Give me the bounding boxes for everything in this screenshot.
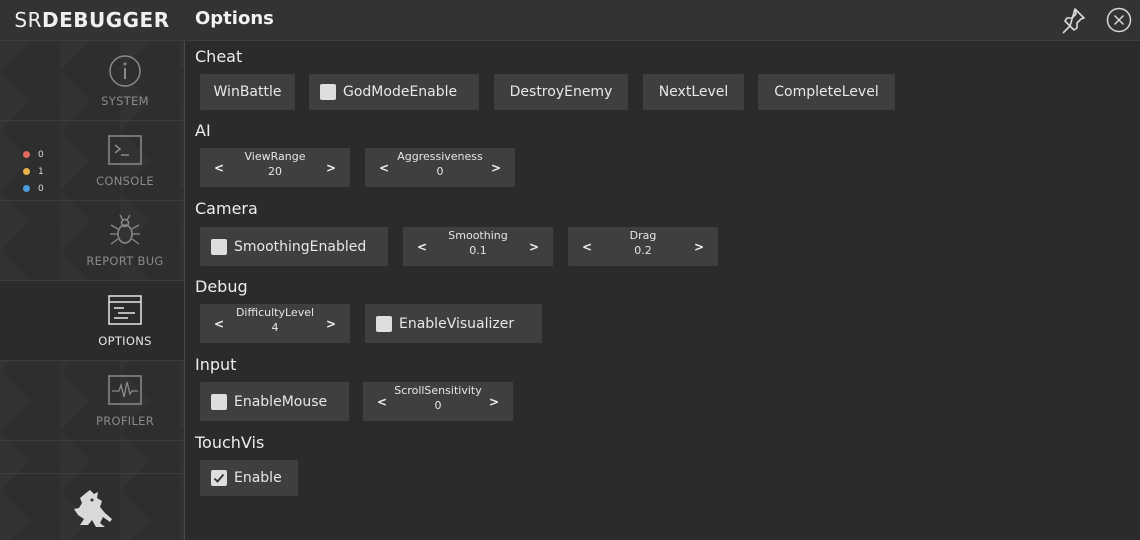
options-panel: Cheat WinBattle GodModeEnable DestroyEne… bbox=[185, 41, 1140, 540]
decrement-arrow-icon[interactable]: < bbox=[214, 318, 224, 330]
section-title-camera: Camera bbox=[195, 199, 258, 218]
destroy-enemy-button[interactable]: DestroyEnemy bbox=[494, 74, 628, 110]
checkmark-icon bbox=[213, 473, 225, 483]
sidebar-tab-system[interactable]: SYSTEM bbox=[0, 41, 184, 121]
increment-arrow-icon[interactable]: > bbox=[489, 396, 499, 408]
view-range-number-field[interactable]: ViewRange 20 < > bbox=[200, 148, 350, 187]
sidebar-tab-report-bug[interactable]: REPORT BUG bbox=[0, 201, 184, 281]
bug-icon bbox=[110, 214, 140, 245]
decrement-arrow-icon[interactable]: < bbox=[214, 162, 224, 174]
section-title-input: Input bbox=[195, 355, 237, 374]
pin-icon bbox=[1062, 8, 1085, 34]
header-bar: SR DEBUGGER Options bbox=[0, 0, 1140, 41]
checkbox-box bbox=[211, 393, 227, 410]
checkbox-box-checked bbox=[211, 470, 227, 486]
complete-level-button[interactable]: CompleteLevel bbox=[758, 74, 895, 110]
increment-arrow-icon[interactable]: > bbox=[326, 318, 336, 330]
section-title-debug: Debug bbox=[195, 277, 248, 296]
decrement-arrow-icon[interactable]: < bbox=[417, 241, 427, 253]
sidebar: SYSTEM 0 1 0 CONSOLE REPORT BUG OPTIONS … bbox=[0, 41, 185, 540]
section-title-touchvis: TouchVis bbox=[195, 433, 265, 452]
close-button[interactable] bbox=[1104, 5, 1134, 35]
checkbox-box bbox=[376, 315, 392, 332]
enable-visualizer-checkbox[interactable]: EnableVisualizer bbox=[365, 304, 542, 343]
decrement-arrow-icon[interactable]: < bbox=[379, 162, 389, 174]
page-title: Options bbox=[195, 8, 274, 29]
god-mode-enable-checkbox[interactable]: GodModeEnable bbox=[309, 74, 479, 110]
profiler-icon bbox=[108, 375, 142, 405]
info-icon bbox=[109, 55, 141, 87]
decrement-arrow-icon[interactable]: < bbox=[582, 241, 592, 253]
enable-mouse-checkbox[interactable]: EnableMouse bbox=[200, 382, 349, 421]
increment-arrow-icon[interactable]: > bbox=[491, 162, 501, 174]
smoothing-enabled-checkbox[interactable]: SmoothingEnabled bbox=[200, 227, 388, 266]
increment-arrow-icon[interactable]: > bbox=[326, 162, 336, 174]
console-error-count: 0 bbox=[23, 146, 44, 163]
smoothing-number-field[interactable]: Smoothing 0.1 < > bbox=[403, 227, 553, 266]
difficulty-level-number-field[interactable]: DifficultyLevel 4 < > bbox=[200, 304, 350, 343]
pin-button[interactable] bbox=[1058, 5, 1088, 35]
close-circle-icon bbox=[1106, 7, 1132, 33]
sidebar-tab-options[interactable]: OPTIONS bbox=[0, 281, 184, 361]
aggressiveness-number-field[interactable]: Aggressiveness 0 < > bbox=[365, 148, 515, 187]
console-counts: 0 1 0 bbox=[23, 146, 44, 197]
scroll-sensitivity-number-field[interactable]: ScrollSensitivity 0 < > bbox=[363, 382, 513, 421]
checkbox-box bbox=[211, 238, 227, 255]
section-title-ai: AI bbox=[195, 121, 211, 140]
checkbox-box bbox=[320, 84, 336, 100]
srdebugger-logo: SR DEBUGGER bbox=[14, 8, 170, 32]
section-title-cheat: Cheat bbox=[195, 47, 243, 66]
win-battle-button[interactable]: WinBattle bbox=[200, 74, 295, 110]
mascot-logo-icon bbox=[74, 490, 112, 527]
options-icon bbox=[108, 295, 142, 325]
decrement-arrow-icon[interactable]: < bbox=[377, 396, 387, 408]
sidebar-tab-console[interactable]: 0 1 0 CONSOLE bbox=[0, 121, 184, 201]
terminal-icon bbox=[108, 135, 142, 165]
increment-arrow-icon[interactable]: > bbox=[694, 241, 704, 253]
error-dot-icon bbox=[23, 151, 30, 158]
touchvis-enable-checkbox[interactable]: Enable bbox=[200, 460, 298, 496]
increment-arrow-icon[interactable]: > bbox=[529, 241, 539, 253]
sidebar-divider bbox=[0, 473, 184, 474]
next-level-button[interactable]: NextLevel bbox=[643, 74, 744, 110]
sidebar-tab-profiler[interactable]: PROFILER bbox=[0, 361, 184, 441]
drag-number-field[interactable]: Drag 0.2 < > bbox=[568, 227, 718, 266]
